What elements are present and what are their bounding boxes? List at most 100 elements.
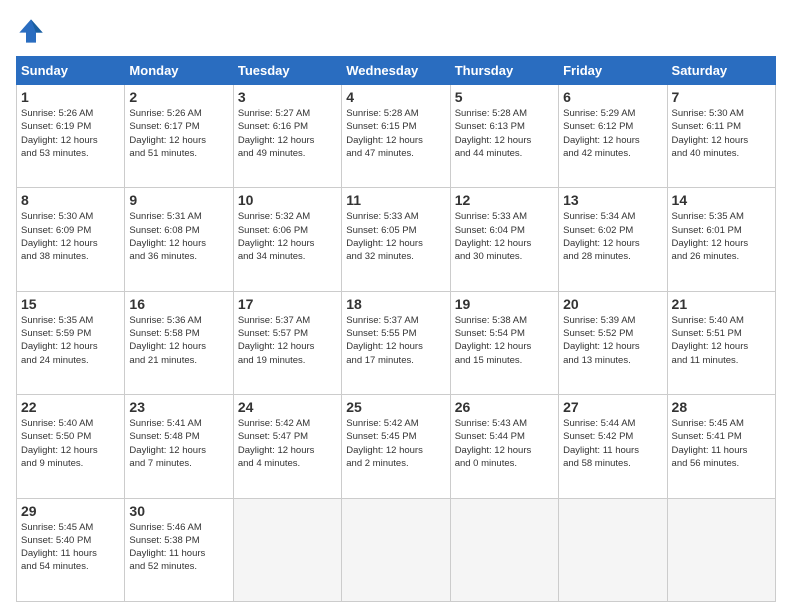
calendar-cell: 10 Sunrise: 5:32 AMSunset: 6:06 PMDayligh… — [233, 188, 341, 291]
day-number: 22 — [21, 399, 120, 415]
weekday-header: Saturday — [667, 57, 775, 85]
calendar-cell: 27 Sunrise: 5:44 AMSunset: 5:42 PMDayligh… — [559, 395, 667, 498]
day-number: 25 — [346, 399, 445, 415]
day-number: 12 — [455, 192, 554, 208]
day-info: Sunrise: 5:33 AMSunset: 6:05 PMDaylight:… — [346, 210, 445, 263]
day-info: Sunrise: 5:38 AMSunset: 5:54 PMDaylight:… — [455, 314, 554, 367]
calendar-cell: 17 Sunrise: 5:37 AMSunset: 5:57 PMDayligh… — [233, 291, 341, 394]
day-info: Sunrise: 5:26 AMSunset: 6:19 PMDaylight:… — [21, 107, 120, 160]
day-number: 2 — [129, 89, 228, 105]
day-number: 9 — [129, 192, 228, 208]
calendar-cell: 30Sunrise: 5:46 AMSunset: 5:38 PMDayligh… — [125, 498, 233, 601]
day-number: 13 — [563, 192, 662, 208]
calendar-cell: 21 Sunrise: 5:40 AMSunset: 5:51 PMDayligh… — [667, 291, 775, 394]
calendar-cell: 6 Sunrise: 5:29 AMSunset: 6:12 PMDaylight… — [559, 85, 667, 188]
day-number: 29 — [21, 503, 120, 519]
calendar-cell: 26 Sunrise: 5:43 AMSunset: 5:44 PMDayligh… — [450, 395, 558, 498]
day-info: Sunrise: 5:42 AMSunset: 5:45 PMDaylight:… — [346, 417, 445, 470]
day-number: 24 — [238, 399, 337, 415]
day-info: Sunrise: 5:26 AMSunset: 6:17 PMDaylight:… — [129, 107, 228, 160]
day-info: Sunrise: 5:34 AMSunset: 6:02 PMDaylight:… — [563, 210, 662, 263]
calendar-cell: 16Sunrise: 5:36 AMSunset: 5:58 PMDayligh… — [125, 291, 233, 394]
day-number: 21 — [672, 296, 771, 312]
day-number: 14 — [672, 192, 771, 208]
day-info: Sunrise: 5:45 AMSunset: 5:40 PMDaylight:… — [21, 521, 120, 574]
day-info: Sunrise: 5:37 AMSunset: 5:55 PMDaylight:… — [346, 314, 445, 367]
day-number: 6 — [563, 89, 662, 105]
weekday-header: Friday — [559, 57, 667, 85]
day-number: 26 — [455, 399, 554, 415]
calendar-cell: 23 Sunrise: 5:41 AMSunset: 5:48 PMDayligh… — [125, 395, 233, 498]
calendar-cell — [450, 498, 558, 601]
day-number: 10 — [238, 192, 337, 208]
day-number: 8 — [21, 192, 120, 208]
day-number: 19 — [455, 296, 554, 312]
day-info: Sunrise: 5:43 AMSunset: 5:44 PMDaylight:… — [455, 417, 554, 470]
day-info: Sunrise: 5:29 AMSunset: 6:12 PMDaylight:… — [563, 107, 662, 160]
day-info: Sunrise: 5:28 AMSunset: 6:13 PMDaylight:… — [455, 107, 554, 160]
day-info: Sunrise: 5:39 AMSunset: 5:52 PMDaylight:… — [563, 314, 662, 367]
day-info: Sunrise: 5:41 AMSunset: 5:48 PMDaylight:… — [129, 417, 228, 470]
day-number: 18 — [346, 296, 445, 312]
day-info: Sunrise: 5:32 AMSunset: 6:06 PMDaylight:… — [238, 210, 337, 263]
calendar-cell: 28 Sunrise: 5:45 AMSunset: 5:41 PMDayligh… — [667, 395, 775, 498]
calendar-cell: 29 Sunrise: 5:45 AMSunset: 5:40 PMDayligh… — [17, 498, 125, 601]
day-number: 7 — [672, 89, 771, 105]
calendar-cell: 4Sunrise: 5:28 AMSunset: 6:15 PMDaylight… — [342, 85, 450, 188]
calendar-cell: 11 Sunrise: 5:33 AMSunset: 6:05 PMDayligh… — [342, 188, 450, 291]
header — [16, 16, 776, 46]
day-number: 11 — [346, 192, 445, 208]
calendar-cell: 13 Sunrise: 5:34 AMSunset: 6:02 PMDayligh… — [559, 188, 667, 291]
calendar-cell — [559, 498, 667, 601]
calendar-cell: 24 Sunrise: 5:42 AMSunset: 5:47 PMDayligh… — [233, 395, 341, 498]
calendar-cell: 9 Sunrise: 5:31 AMSunset: 6:08 PMDaylight… — [125, 188, 233, 291]
calendar-cell: 14 Sunrise: 5:35 AMSunset: 6:01 PMDayligh… — [667, 188, 775, 291]
day-info: Sunrise: 5:31 AMSunset: 6:08 PMDaylight:… — [129, 210, 228, 263]
page: SundayMondayTuesdayWednesdayThursdayFrid… — [0, 0, 792, 612]
calendar-cell: 1 Sunrise: 5:26 AMSunset: 6:19 PMDaylight… — [17, 85, 125, 188]
day-number: 27 — [563, 399, 662, 415]
calendar-cell — [342, 498, 450, 601]
day-info: Sunrise: 5:46 AMSunset: 5:38 PMDaylight:… — [129, 521, 228, 574]
calendar-cell: 22 Sunrise: 5:40 AMSunset: 5:50 PMDayligh… — [17, 395, 125, 498]
weekday-header: Tuesday — [233, 57, 341, 85]
calendar-cell: 7 Sunrise: 5:30 AMSunset: 6:11 PMDaylight… — [667, 85, 775, 188]
weekday-header: Sunday — [17, 57, 125, 85]
day-number: 3 — [238, 89, 337, 105]
calendar-cell: 15 Sunrise: 5:35 AMSunset: 5:59 PMDayligh… — [17, 291, 125, 394]
day-info: Sunrise: 5:30 AMSunset: 6:09 PMDaylight:… — [21, 210, 120, 263]
logo — [16, 16, 50, 46]
day-info: Sunrise: 5:40 AMSunset: 5:51 PMDaylight:… — [672, 314, 771, 367]
weekday-header: Wednesday — [342, 57, 450, 85]
day-info: Sunrise: 5:40 AMSunset: 5:50 PMDaylight:… — [21, 417, 120, 470]
calendar-cell: 25 Sunrise: 5:42 AMSunset: 5:45 PMDayligh… — [342, 395, 450, 498]
day-info: Sunrise: 5:37 AMSunset: 5:57 PMDaylight:… — [238, 314, 337, 367]
day-info: Sunrise: 5:33 AMSunset: 6:04 PMDaylight:… — [455, 210, 554, 263]
calendar-cell: 18 Sunrise: 5:37 AMSunset: 5:55 PMDayligh… — [342, 291, 450, 394]
day-info: Sunrise: 5:44 AMSunset: 5:42 PMDaylight:… — [563, 417, 662, 470]
day-number: 23 — [129, 399, 228, 415]
calendar-cell: 8 Sunrise: 5:30 AMSunset: 6:09 PMDaylight… — [17, 188, 125, 291]
day-number: 5 — [455, 89, 554, 105]
calendar-cell: 3 Sunrise: 5:27 AMSunset: 6:16 PMDaylight… — [233, 85, 341, 188]
day-number: 17 — [238, 296, 337, 312]
calendar-cell: 20 Sunrise: 5:39 AMSunset: 5:52 PMDayligh… — [559, 291, 667, 394]
day-info: Sunrise: 5:27 AMSunset: 6:16 PMDaylight:… — [238, 107, 337, 160]
day-info: Sunrise: 5:35 AMSunset: 6:01 PMDaylight:… — [672, 210, 771, 263]
day-number: 20 — [563, 296, 662, 312]
calendar-cell — [233, 498, 341, 601]
day-info: Sunrise: 5:35 AMSunset: 5:59 PMDaylight:… — [21, 314, 120, 367]
weekday-header: Monday — [125, 57, 233, 85]
calendar: SundayMondayTuesdayWednesdayThursdayFrid… — [16, 56, 776, 602]
day-number: 28 — [672, 399, 771, 415]
day-number: 15 — [21, 296, 120, 312]
calendar-cell: 5 Sunrise: 5:28 AMSunset: 6:13 PMDaylight… — [450, 85, 558, 188]
day-number: 1 — [21, 89, 120, 105]
day-info: Sunrise: 5:42 AMSunset: 5:47 PMDaylight:… — [238, 417, 337, 470]
calendar-cell: 19 Sunrise: 5:38 AMSunset: 5:54 PMDayligh… — [450, 291, 558, 394]
day-info: Sunrise: 5:28 AMSunset: 6:15 PMDaylight:… — [346, 107, 445, 160]
logo-icon — [16, 16, 46, 46]
calendar-cell — [667, 498, 775, 601]
day-info: Sunrise: 5:45 AMSunset: 5:41 PMDaylight:… — [672, 417, 771, 470]
day-info: Sunrise: 5:30 AMSunset: 6:11 PMDaylight:… — [672, 107, 771, 160]
